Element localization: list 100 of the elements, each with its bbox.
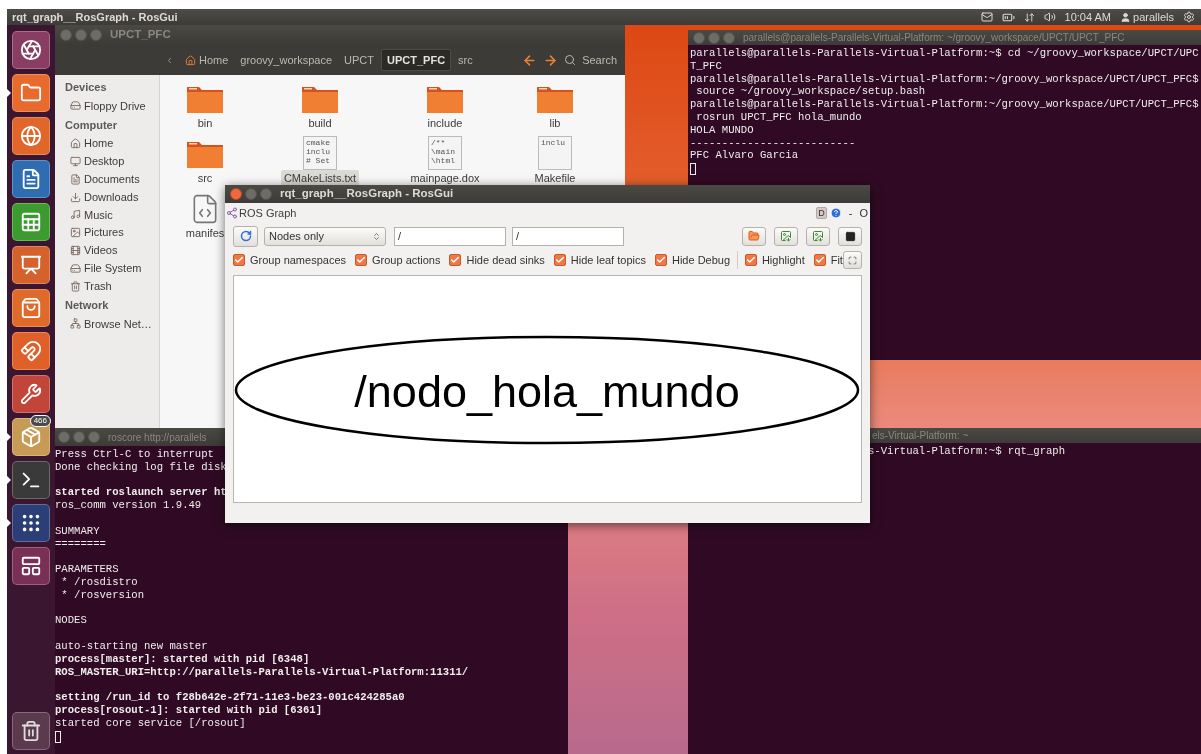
launcher-tile[interactable] bbox=[12, 74, 50, 112]
user-name[interactable]: parallels bbox=[1133, 8, 1174, 26]
sidebar-label: Videos bbox=[84, 243, 118, 259]
screenshot-button[interactable] bbox=[838, 226, 862, 246]
help-icon[interactable] bbox=[829, 207, 842, 219]
launcher-tile[interactable] bbox=[12, 332, 50, 370]
window-control[interactable]: - bbox=[848, 204, 853, 222]
minimize-button[interactable] bbox=[73, 431, 85, 443]
fit-view-button[interactable] bbox=[842, 251, 862, 269]
sidebar-item[interactable]: Pictures bbox=[55, 223, 159, 242]
launcher-tile[interactable] bbox=[12, 203, 50, 241]
launcher-tile[interactable] bbox=[12, 117, 50, 155]
launcher-tile[interactable] bbox=[12, 375, 50, 413]
terminal-line: started roslaunch server ht bbox=[55, 486, 227, 500]
option-label[interactable]: Group namespaces bbox=[250, 251, 346, 269]
search-label[interactable]: Search bbox=[582, 51, 617, 69]
dock-button[interactable]: D bbox=[816, 207, 827, 219]
file-name[interactable]: CMakeLists.txt bbox=[280, 170, 360, 187]
launcher-tile[interactable]: 466 bbox=[12, 418, 50, 456]
sidebar-item[interactable]: Trash bbox=[55, 277, 159, 295]
path-crumb[interactable]: src bbox=[453, 49, 478, 71]
sidebar-item[interactable]: Downloads bbox=[55, 188, 159, 206]
checkbox[interactable] bbox=[744, 254, 757, 266]
checkbox[interactable] bbox=[355, 254, 367, 266]
option-label[interactable]: Fit bbox=[830, 251, 843, 269]
maximize-button[interactable] bbox=[723, 31, 735, 44]
terminal-line: process[master]: started with pid [6348] bbox=[55, 652, 310, 666]
file-name[interactable]: src bbox=[194, 170, 216, 187]
network-arrows-icon[interactable] bbox=[1023, 11, 1035, 23]
clock[interactable]: 10:04 AM bbox=[1064, 8, 1112, 26]
checkbox[interactable] bbox=[553, 254, 566, 266]
file-name[interactable]: lib bbox=[546, 115, 564, 132]
save-image-button[interactable] bbox=[806, 226, 830, 246]
launcher-tile[interactable] bbox=[12, 289, 50, 327]
forward-arrow-icon[interactable] bbox=[543, 52, 559, 68]
filter-field[interactable]: / bbox=[512, 226, 624, 246]
window-control[interactable]: O bbox=[859, 204, 868, 222]
sidebar-item[interactable]: Browse Net… bbox=[55, 314, 159, 333]
launcher-tile[interactable] bbox=[12, 246, 50, 284]
launcher-tile[interactable] bbox=[12, 160, 50, 198]
node-ellipse[interactable] bbox=[234, 335, 860, 445]
download-icon bbox=[70, 191, 81, 203]
search-icon[interactable] bbox=[564, 54, 577, 66]
sidebar-item[interactable]: Videos bbox=[55, 241, 159, 260]
close-button[interactable] bbox=[60, 29, 72, 41]
close-button[interactable] bbox=[58, 431, 70, 443]
checkbox[interactable] bbox=[655, 254, 667, 266]
minimize-button[interactable] bbox=[75, 29, 87, 41]
sidebar-item[interactable]: Floppy Drive bbox=[55, 97, 159, 115]
close-button[interactable] bbox=[693, 31, 705, 44]
back-arrow-icon[interactable] bbox=[522, 52, 538, 68]
trash-icon[interactable] bbox=[12, 712, 50, 750]
file-name[interactable]: Makefile bbox=[531, 170, 579, 187]
option-label[interactable]: Hide leaf topics bbox=[570, 251, 646, 269]
maximize-button[interactable] bbox=[88, 431, 100, 443]
sidebar-item[interactable]: Desktop bbox=[55, 152, 159, 171]
launcher-tile[interactable] bbox=[12, 31, 50, 69]
open-folder-button[interactable] bbox=[742, 226, 766, 246]
sidebar-item[interactable]: Home bbox=[55, 134, 159, 153]
option-label[interactable]: Hide Debug bbox=[672, 251, 731, 269]
maximize-button[interactable] bbox=[90, 29, 102, 41]
launcher-tile[interactable] bbox=[12, 504, 50, 542]
launcher-tile[interactable] bbox=[12, 461, 50, 499]
filter-field[interactable]: / bbox=[394, 226, 506, 246]
path-crumb[interactable]: groovy_workspace bbox=[235, 49, 338, 71]
refresh-button[interactable] bbox=[233, 225, 258, 247]
file-name[interactable]: mainpage.dox bbox=[407, 170, 483, 187]
chevron-left-icon[interactable] bbox=[165, 55, 174, 65]
option-label[interactable]: Hide dead sinks bbox=[466, 251, 545, 269]
sidebar-label: Floppy Drive bbox=[84, 98, 146, 114]
magnet-icon bbox=[20, 340, 42, 362]
mode-dropdown[interactable]: Nodes only bbox=[264, 226, 386, 246]
file-name[interactable]: include bbox=[424, 115, 466, 132]
square-icon bbox=[844, 230, 856, 242]
file-name[interactable]: bin bbox=[194, 115, 216, 132]
file-name[interactable]: manifes bbox=[182, 225, 228, 242]
terminal-line: HOLA MUNDO bbox=[690, 123, 754, 137]
path-crumb[interactable]: UPCT bbox=[339, 49, 379, 71]
settings-icon[interactable] bbox=[1183, 11, 1195, 23]
mail-icon[interactable] bbox=[980, 11, 993, 23]
minimize-button[interactable] bbox=[245, 188, 257, 200]
option-label[interactable]: Group actions bbox=[372, 251, 441, 269]
checkbox[interactable] bbox=[449, 254, 462, 266]
terminal-line: ======== bbox=[55, 537, 106, 551]
sidebar-item[interactable]: Music bbox=[55, 206, 159, 224]
launcher-tile[interactable] bbox=[12, 547, 50, 585]
sidebar-item[interactable]: File System bbox=[55, 259, 159, 278]
minimize-button[interactable] bbox=[708, 31, 720, 44]
volume-icon[interactable] bbox=[1043, 11, 1056, 23]
file-name[interactable]: build bbox=[305, 115, 335, 132]
checkbox[interactable] bbox=[813, 254, 826, 266]
sidebar-item[interactable]: Documents bbox=[55, 170, 159, 189]
music-note-icon bbox=[70, 209, 81, 221]
close-button[interactable] bbox=[230, 188, 242, 200]
save-image-button[interactable] bbox=[774, 226, 798, 246]
maximize-button[interactable] bbox=[260, 188, 272, 200]
option-label[interactable]: Highlight bbox=[761, 251, 805, 269]
path-crumb[interactable]: Home bbox=[180, 49, 234, 71]
path-crumb[interactable]: UPCT_PFC bbox=[381, 49, 452, 71]
checkbox[interactable] bbox=[233, 254, 245, 266]
